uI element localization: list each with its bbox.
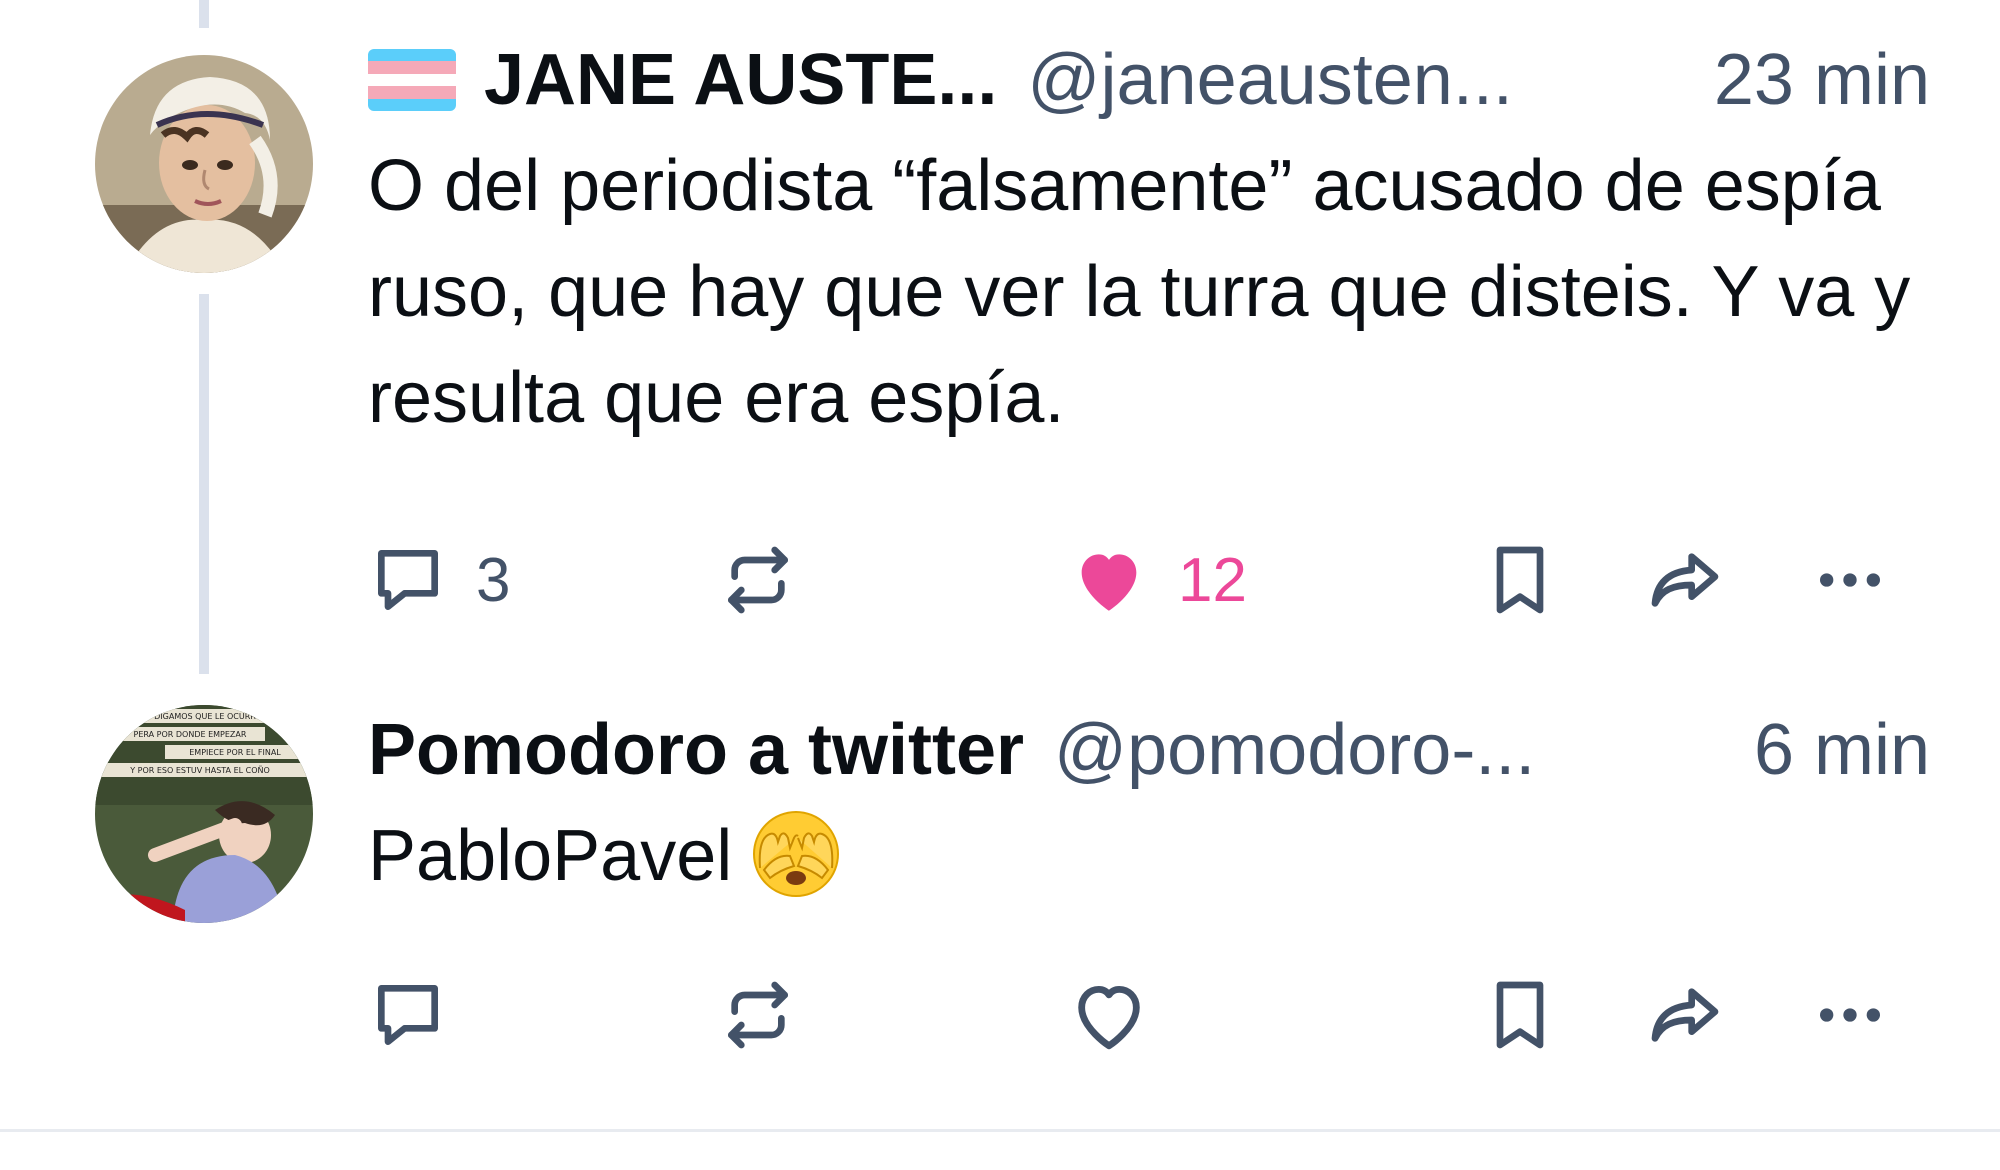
post-text: O del periodista “falsamente” acusado de… xyxy=(368,146,1911,438)
reply-icon xyxy=(378,985,438,1045)
share-button[interactable] xyxy=(1640,535,1730,625)
avatar-caption-4: Y POR ESO ESTUV HASTA EL COÑO xyxy=(129,765,270,775)
share-button[interactable] xyxy=(1640,970,1730,1060)
reply-button[interactable] xyxy=(368,970,476,1060)
post-jane-austen: JANE AUSTE... @janeausten... 23 min O de… xyxy=(368,35,1930,451)
post-text: PabloPavel xyxy=(368,816,733,896)
avatar-caption-2: PERA POR DONDE EMPEZAR xyxy=(134,730,247,739)
more-options-button[interactable] xyxy=(1808,970,1892,1060)
share-icon xyxy=(1651,553,1719,607)
post-text-container: PabloPavel xyxy=(368,803,1930,909)
reply-icon xyxy=(378,550,438,610)
reply-button[interactable]: 3 xyxy=(368,535,510,625)
post-timestamp[interactable]: 6 min xyxy=(1754,705,1930,795)
portrait-image xyxy=(95,55,313,273)
like-button[interactable]: 12 xyxy=(1068,535,1247,625)
user-handle[interactable]: @janeausten... xyxy=(1027,35,1512,125)
post-actions-2 xyxy=(0,970,2000,1060)
bookmark-icon xyxy=(1496,546,1544,614)
post-divider xyxy=(0,1129,2000,1132)
transgender-flag-icon xyxy=(368,49,456,111)
repost-button[interactable] xyxy=(718,970,798,1060)
comic-avatar-image: DIGAMOS QUE LE OCURR PERA POR DONDE EMPE… xyxy=(95,705,313,923)
post-header: JANE AUSTE... @janeausten... 23 min xyxy=(368,35,1930,125)
bookmark-button[interactable] xyxy=(1480,535,1560,625)
like-button[interactable] xyxy=(1068,970,1178,1060)
like-count: 12 xyxy=(1178,545,1247,615)
more-horizontal-icon xyxy=(1820,1008,1880,1022)
avatar-caption-3: EMPIECE POR EL FINAL xyxy=(189,748,281,757)
more-horizontal-icon xyxy=(1820,573,1880,587)
repost-icon xyxy=(728,981,788,1049)
display-name[interactable]: Pomodoro a twitter xyxy=(368,705,1024,795)
post-pomodoro: Pomodoro a twitter @pomodoro-... 6 min P… xyxy=(368,705,1930,909)
heart-filled-icon xyxy=(1081,554,1137,611)
share-icon xyxy=(1651,988,1719,1042)
post-header: Pomodoro a twitter @pomodoro-... 6 min xyxy=(368,705,1930,795)
thread-line-top xyxy=(199,0,209,28)
bookmark-button[interactable] xyxy=(1480,970,1560,1060)
more-options-button[interactable] xyxy=(1808,535,1892,625)
display-name[interactable]: JANE AUSTE... xyxy=(484,35,997,125)
face-with-hand-over-eyes-emoji-icon xyxy=(750,808,842,900)
post-timestamp[interactable]: 23 min xyxy=(1714,35,1930,125)
heart-outline-icon xyxy=(1078,985,1140,1050)
reply-count: 3 xyxy=(476,545,511,615)
post-actions-1: 3 12 xyxy=(0,535,2000,625)
bookmark-icon xyxy=(1496,981,1544,1049)
repost-button[interactable] xyxy=(718,535,798,625)
repost-icon xyxy=(728,546,788,614)
avatar-jane-austen[interactable] xyxy=(95,55,313,273)
user-handle[interactable]: @pomodoro-... xyxy=(1054,705,1535,795)
avatar-pomodoro[interactable]: DIGAMOS QUE LE OCURR PERA POR DONDE EMPE… xyxy=(95,705,313,923)
avatar-caption-1: DIGAMOS QUE LE OCURR xyxy=(154,712,256,721)
